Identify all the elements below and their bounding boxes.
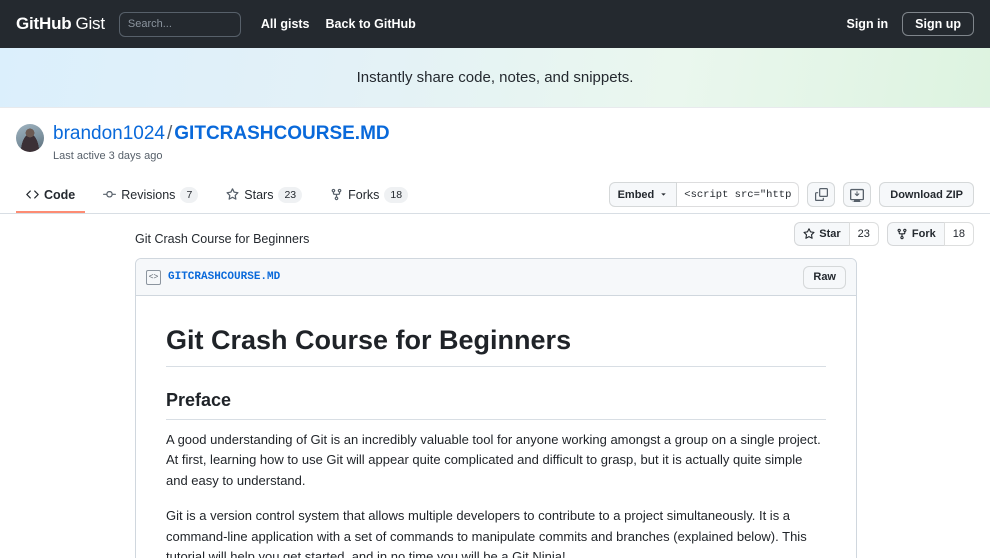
star-button[interactable]: Star [794, 222, 849, 246]
star-button-label: Star [819, 228, 841, 240]
star-count[interactable]: 23 [848, 222, 879, 246]
fork-button-label: Fork [911, 228, 936, 240]
brand-github: GitHub [16, 14, 72, 33]
avatar[interactable] [16, 124, 44, 152]
open-in-desktop-button[interactable] [843, 182, 872, 208]
file-header: <> GITCRASHCOURSE.MD Raw [136, 259, 856, 297]
tab-code-label: Code [44, 187, 76, 202]
star-icon [803, 228, 815, 239]
all-gists-link[interactable]: All gists [261, 17, 310, 31]
file-name-link[interactable]: GITCRASHCOURSE.MD [168, 271, 280, 283]
gist-title-row: brandon1024/GITCRASHCOURSE.MD Last activ… [16, 122, 974, 162]
tab-revisions-count: 7 [180, 186, 199, 203]
social-actions: Star 23 Fork 18 [794, 222, 974, 246]
tab-list: Code Revisions 7 Stars 23 Forks 18 [16, 178, 418, 214]
gist-title-block: brandon1024/GITCRASHCOURSE.MD Last activ… [53, 122, 390, 162]
copy-icon [814, 188, 828, 202]
tab-code[interactable]: Code [16, 178, 86, 214]
embed-select-button[interactable]: Embed [608, 182, 678, 208]
nav-links: All gists Back to GitHub [261, 17, 416, 31]
back-to-github-link[interactable]: Back to GitHub [326, 17, 416, 31]
markdown-h1-title: Git Crash Course for Beginners [166, 324, 826, 368]
markdown-paragraph-2: Git is a version control system that all… [166, 508, 807, 558]
tab-forks-count: 18 [384, 186, 409, 203]
gist-owner-link[interactable]: brandon1024 [53, 123, 165, 144]
sign-in-link[interactable]: Sign in [847, 17, 889, 31]
code-icon [26, 190, 39, 199]
gist-tab-bar: Code Revisions 7 Stars 23 Forks 18 Embed [0, 178, 990, 215]
markdown-h2-preface: Preface [166, 389, 826, 420]
brand-gist: Gist [75, 14, 105, 33]
page-title: brandon1024/GITCRASHCOURSE.MD [53, 122, 390, 146]
embed-controls: Embed Download ZIP [608, 182, 974, 213]
gist-title-separator: / [167, 123, 173, 144]
markdown-paragraph-1: A good understanding of Git is an incred… [166, 431, 821, 488]
star-button-group: Star 23 [794, 222, 879, 246]
chevron-down-icon [661, 193, 667, 197]
top-navigation-bar: GitHubGist All gists Back to GitHub Sign… [0, 0, 990, 48]
fork-button[interactable]: Fork [886, 222, 944, 246]
download-zip-button[interactable]: Download ZIP [879, 182, 974, 208]
embed-select-label: Embed [617, 188, 655, 201]
fork-button-group: Fork 18 [886, 222, 974, 246]
tab-forks-label: Forks [348, 187, 380, 202]
fork-icon [331, 189, 342, 201]
gist-header: brandon1024/GITCRASHCOURSE.MD Last activ… [0, 108, 990, 246]
raw-button[interactable]: Raw [803, 265, 846, 289]
tab-stars-count: 23 [278, 186, 303, 203]
tagline-text: Instantly share code, notes, and snippet… [356, 69, 634, 86]
embed-url-input[interactable] [677, 182, 800, 208]
star-icon [226, 188, 239, 201]
copy-button[interactable] [807, 182, 836, 208]
markdown-body: Git Crash Course for Beginners Preface A… [136, 296, 856, 558]
file-code-icon: <> [146, 269, 161, 285]
tab-revisions[interactable]: Revisions 7 [93, 178, 208, 213]
git-commit-icon [103, 191, 117, 198]
fork-count[interactable]: 18 [943, 222, 974, 246]
sign-up-button[interactable]: Sign up [902, 12, 974, 36]
device-desktop-download-icon [850, 188, 865, 202]
github-gist-logo[interactable]: GitHub Gist [16, 14, 105, 34]
file-box: <> GITCRASHCOURSE.MD Raw Git Crash Cours… [135, 258, 857, 558]
nav-auth-actions: Sign in Sign up [847, 12, 974, 36]
last-active-text: Last active 3 days ago [53, 149, 163, 162]
fork-icon [897, 228, 907, 240]
search-input[interactable] [118, 11, 241, 37]
tab-revisions-label: Revisions [121, 187, 176, 202]
tagline-banner: Instantly share code, notes, and snippet… [0, 48, 990, 108]
tab-forks[interactable]: Forks 18 [320, 178, 418, 213]
gist-content: Git Crash Course for Beginners <> GITCRA… [0, 214, 990, 558]
embed-combo: Embed [608, 182, 800, 208]
tab-stars[interactable]: Stars 23 [216, 178, 312, 213]
tab-stars-label: Stars [244, 187, 274, 202]
gist-name-link[interactable]: GITCRASHCOURSE.MD [174, 123, 389, 144]
